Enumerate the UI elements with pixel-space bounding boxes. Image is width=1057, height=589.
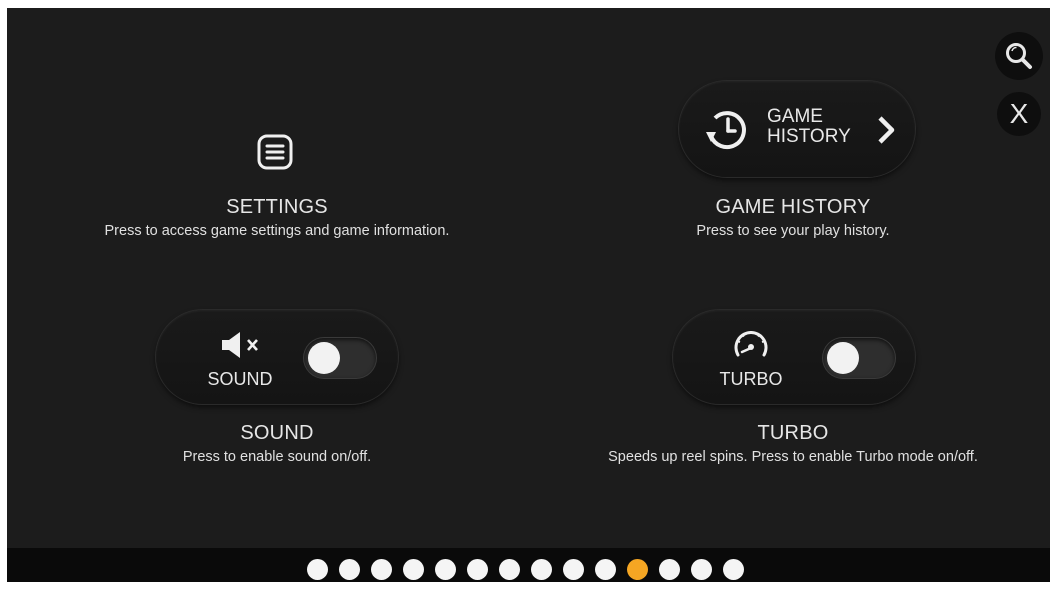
game-history-button-label: GAME HISTORY bbox=[767, 107, 851, 147]
turbo-description: Speeds up reel spins. Press to enable Tu… bbox=[608, 449, 978, 465]
pagination-dot-active[interactable] bbox=[627, 559, 648, 580]
game-history-title: GAME HISTORY bbox=[715, 196, 871, 218]
sound-description: Press to enable sound on/off. bbox=[182, 449, 372, 465]
game-history-section: GAME HISTORY Press to see your play hist… bbox=[543, 196, 1043, 239]
menu-icon bbox=[257, 134, 293, 170]
sound-button-label: SOUND bbox=[207, 369, 273, 389]
game-history-label-line1: GAME bbox=[767, 106, 823, 127]
speedometer-icon bbox=[734, 331, 768, 357]
game-menu-overlay: X SETTINGS Press to access game settings… bbox=[7, 8, 1050, 582]
pagination-dot[interactable] bbox=[467, 559, 488, 580]
pagination-dot[interactable] bbox=[339, 559, 360, 580]
pagination-dot[interactable] bbox=[531, 559, 552, 580]
pagination-dot[interactable] bbox=[659, 559, 680, 580]
turbo-toggle[interactable] bbox=[823, 338, 895, 378]
close-icon: X bbox=[1009, 98, 1029, 129]
sound-toggle[interactable] bbox=[304, 338, 376, 378]
pagination-dot[interactable] bbox=[563, 559, 584, 580]
pagination-dot[interactable] bbox=[371, 559, 392, 580]
game-history-description: Press to see your play history. bbox=[696, 223, 890, 239]
turbo-toggle-knob bbox=[827, 342, 859, 374]
pagination-dots bbox=[307, 559, 744, 580]
search-icon bbox=[1006, 43, 1032, 69]
turbo-title: TURBO bbox=[757, 422, 829, 444]
pagination-dot[interactable] bbox=[723, 559, 744, 580]
sound-toggle-knob bbox=[308, 342, 340, 374]
game-history-button[interactable]: GAME HISTORY bbox=[679, 81, 915, 177]
settings-title: SETTINGS bbox=[226, 196, 328, 218]
settings-button[interactable] bbox=[257, 134, 293, 170]
turbo-control: TURBO bbox=[673, 310, 915, 404]
pagination-dot[interactable] bbox=[435, 559, 456, 580]
pagination-dot[interactable] bbox=[691, 559, 712, 580]
pagination-dot[interactable] bbox=[403, 559, 424, 580]
settings-section: SETTINGS Press to access game settings a… bbox=[27, 196, 527, 239]
clock-history-icon bbox=[706, 111, 746, 150]
close-button[interactable]: X bbox=[997, 92, 1041, 136]
turbo-section: TURBO Speeds up reel spins. Press to ena… bbox=[543, 422, 1043, 465]
pagination-dot[interactable] bbox=[307, 559, 328, 580]
settings-description: Press to access game settings and game i… bbox=[104, 223, 450, 239]
sound-section: SOUND Press to enable sound on/off. bbox=[27, 422, 527, 465]
sound-title: SOUND bbox=[240, 422, 314, 444]
sound-control: SOUND bbox=[156, 310, 398, 404]
speaker-muted-icon bbox=[222, 332, 258, 358]
pagination-dot[interactable] bbox=[499, 559, 520, 580]
game-history-label-line2: HISTORY bbox=[767, 126, 851, 147]
search-button[interactable] bbox=[995, 32, 1043, 80]
pagination-dot[interactable] bbox=[595, 559, 616, 580]
turbo-button-label: TURBO bbox=[719, 369, 783, 389]
chevron-right-icon bbox=[878, 116, 895, 144]
